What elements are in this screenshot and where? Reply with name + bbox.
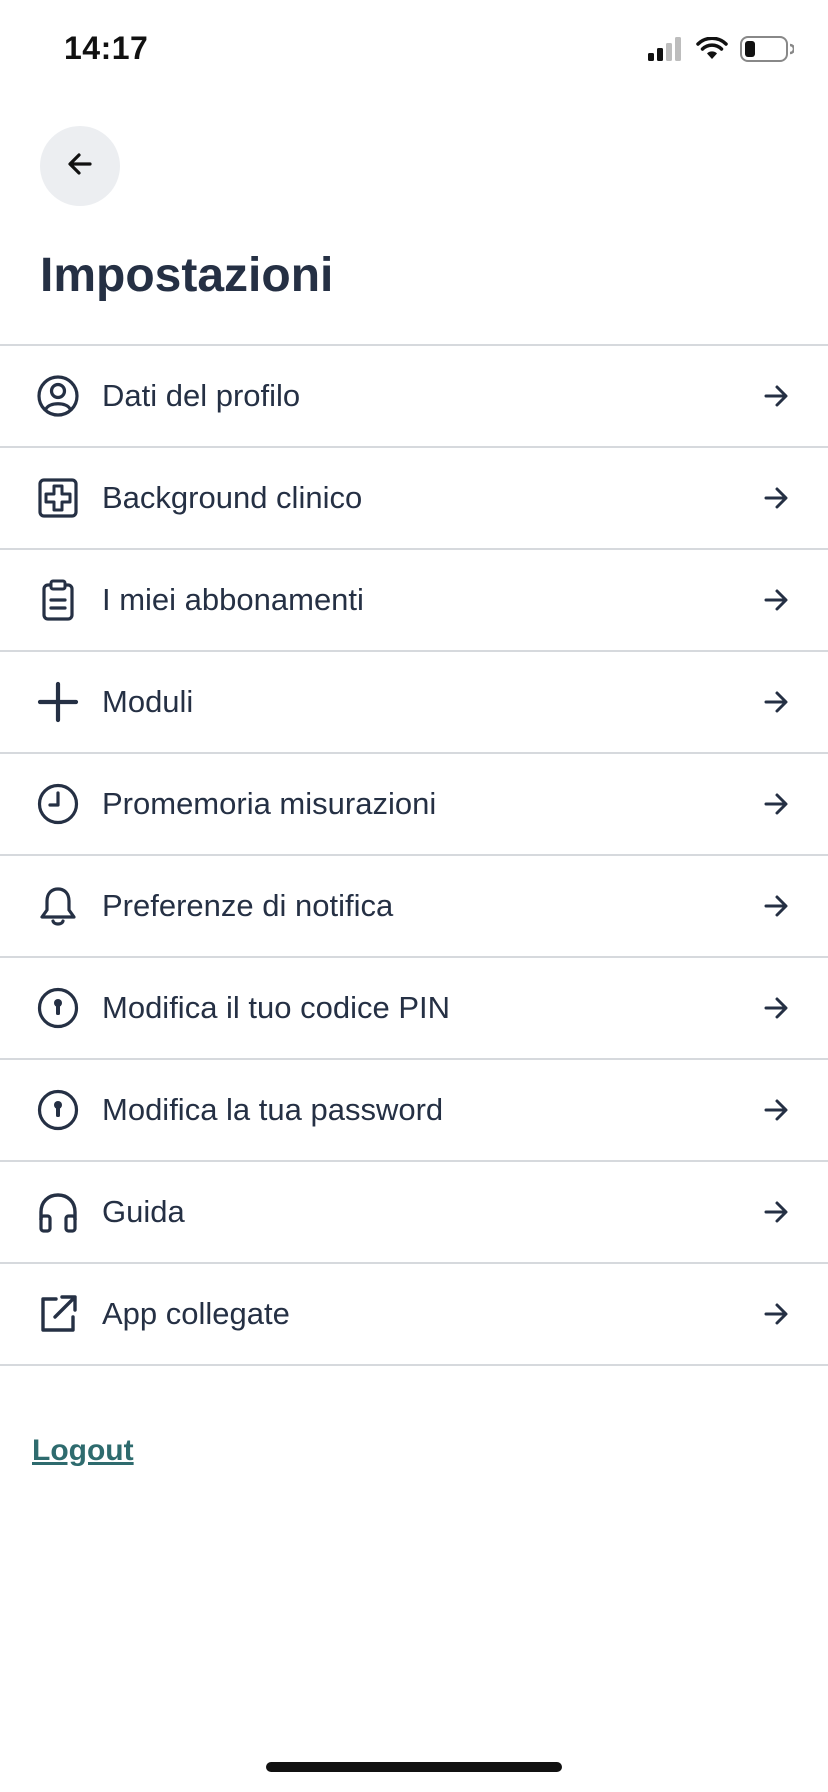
logout-link[interactable]: Logout bbox=[32, 1434, 134, 1468]
menu-item-connected-apps[interactable]: App collegate bbox=[0, 1264, 828, 1366]
menu-item-modules[interactable]: Moduli bbox=[0, 652, 828, 754]
menu-item-subscriptions[interactable]: I miei abbonamenti bbox=[0, 550, 828, 652]
external-link-icon bbox=[34, 1290, 82, 1338]
menu-item-label: I miei abbonamenti bbox=[102, 582, 364, 617]
arrow-right-icon bbox=[760, 1094, 792, 1126]
menu-item-profile-data[interactable]: Dati del profilo bbox=[0, 346, 828, 448]
home-indicator[interactable] bbox=[266, 1762, 562, 1772]
arrow-right-icon bbox=[760, 1196, 792, 1228]
arrow-right-icon bbox=[760, 788, 792, 820]
arrow-right-icon bbox=[760, 686, 792, 718]
clipboard-icon bbox=[34, 576, 82, 624]
clock-icon bbox=[34, 780, 82, 828]
menu-item-label: Moduli bbox=[102, 684, 194, 719]
plus-icon bbox=[34, 678, 82, 726]
arrow-right-icon bbox=[760, 992, 792, 1024]
menu-item-label: Background clinico bbox=[102, 480, 363, 515]
menu-item-guide[interactable]: Guida bbox=[0, 1162, 828, 1264]
menu-item-label: Preferenze di notifica bbox=[102, 888, 394, 923]
cellular-signal-icon bbox=[648, 37, 684, 66]
status-time: 14:17 bbox=[64, 30, 149, 66]
wifi-icon bbox=[696, 36, 728, 66]
arrow-right-icon bbox=[760, 482, 792, 514]
menu-item-label: Dati del profilo bbox=[102, 378, 301, 413]
menu-item-change-password[interactable]: Modifica la tua password bbox=[0, 1060, 828, 1162]
status-icons bbox=[648, 36, 796, 67]
battery-icon bbox=[740, 36, 796, 67]
arrow-right-icon bbox=[760, 1298, 792, 1330]
back-button[interactable] bbox=[40, 126, 120, 206]
menu-item-label: App collegate bbox=[102, 1296, 290, 1331]
menu-item-clinical-background[interactable]: Background clinico bbox=[0, 448, 828, 550]
medical-cross-icon bbox=[34, 474, 82, 522]
headphones-icon bbox=[34, 1188, 82, 1236]
menu-item-label: Guida bbox=[102, 1194, 185, 1229]
menu-item-label: Modifica la tua password bbox=[102, 1092, 444, 1127]
menu-item-label: Modifica il tuo codice PIN bbox=[102, 990, 451, 1025]
menu-item-notification-preferences[interactable]: Preferenze di notifica bbox=[0, 856, 828, 958]
arrow-right-icon bbox=[760, 380, 792, 412]
page-title: Impostazioni bbox=[40, 249, 334, 302]
menu-item-change-pin[interactable]: Modifica il tuo codice PIN bbox=[0, 958, 828, 1060]
keyhole-icon bbox=[34, 984, 82, 1032]
arrow-left-icon bbox=[66, 150, 94, 183]
arrow-right-icon bbox=[760, 890, 792, 922]
settings-menu-list: Dati del profilo Background clinico I mi… bbox=[0, 344, 828, 1366]
arrow-right-icon bbox=[760, 584, 792, 616]
status-bar: 14:17 bbox=[0, 0, 828, 100]
menu-item-measurement-reminders[interactable]: Promemoria misurazioni bbox=[0, 754, 828, 856]
keyhole-icon bbox=[34, 1086, 82, 1134]
user-circle-icon bbox=[34, 372, 82, 420]
menu-item-label: Promemoria misurazioni bbox=[102, 786, 437, 821]
bell-icon bbox=[34, 882, 82, 930]
